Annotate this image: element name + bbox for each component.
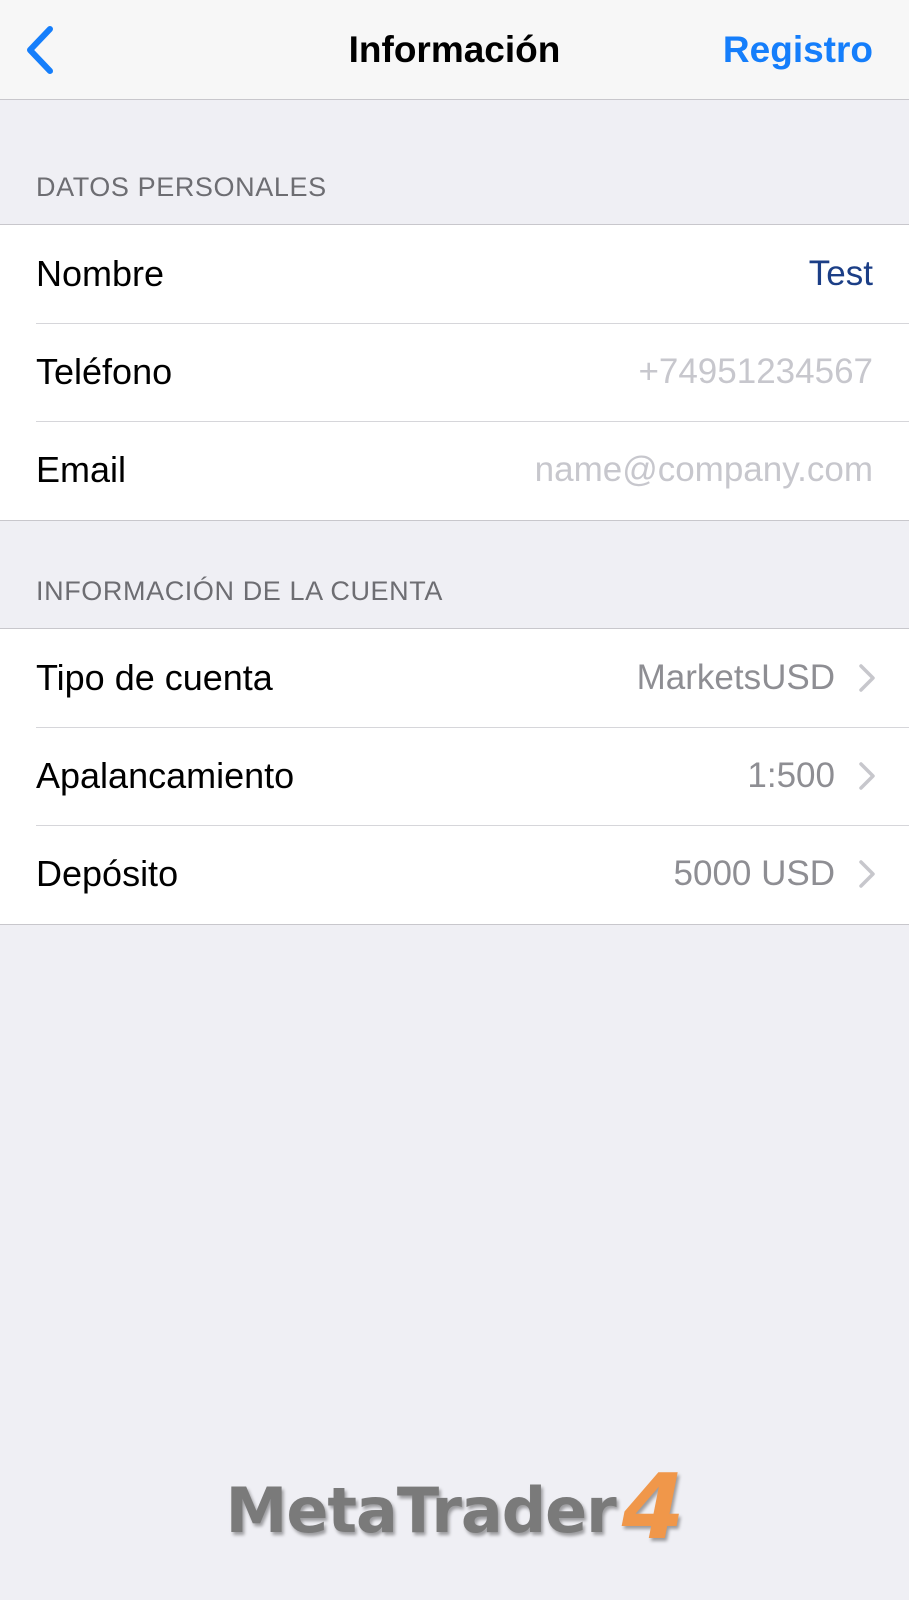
logo-number: 4 (621, 1455, 685, 1560)
leverage-row[interactable]: Apalancamiento 1:500 (0, 727, 909, 825)
name-label: Nombre (36, 253, 165, 294)
deposit-row[interactable]: Depósito 5000 USD (0, 825, 909, 923)
navigation-bar: Información Registro (0, 0, 909, 100)
email-row[interactable]: Email name@company.com (0, 421, 909, 519)
email-label: Email (36, 449, 127, 490)
account-info-group: Tipo de cuenta MarketsUSD Apalancamiento… (0, 628, 909, 925)
chevron-right-icon (859, 860, 875, 888)
section-header-account: INFORMACIÓN DE LA CUENTA (36, 576, 443, 606)
logo-text: MetaTrader (225, 1474, 617, 1547)
leverage-label: Apalancamiento (36, 755, 295, 796)
account-type-label: Tipo de cuenta (36, 657, 273, 698)
register-button[interactable]: Registro (723, 0, 873, 100)
account-type-row[interactable]: Tipo de cuenta MarketsUSD (0, 629, 909, 727)
metatrader-logo: MetaTrader4 (0, 1455, 909, 1560)
name-field[interactable]: Test (809, 225, 873, 323)
deposit-label: Depósito (36, 853, 179, 894)
deposit-value: 5000 USD (673, 854, 835, 893)
name-row[interactable]: Nombre Test (0, 225, 909, 323)
leverage-value: 1:500 (747, 756, 835, 795)
email-field[interactable]: name@company.com (535, 421, 873, 519)
account-type-value: MarketsUSD (636, 658, 835, 697)
section-header-personal: DATOS PERSONALES (36, 172, 327, 202)
phone-row[interactable]: Teléfono +74951234567 (0, 323, 909, 421)
phone-label: Teléfono (36, 351, 173, 392)
chevron-right-icon (859, 664, 875, 692)
personal-data-group: Nombre Test Teléfono +74951234567 Email … (0, 224, 909, 521)
chevron-right-icon (859, 762, 875, 790)
phone-field[interactable]: +74951234567 (638, 323, 873, 421)
